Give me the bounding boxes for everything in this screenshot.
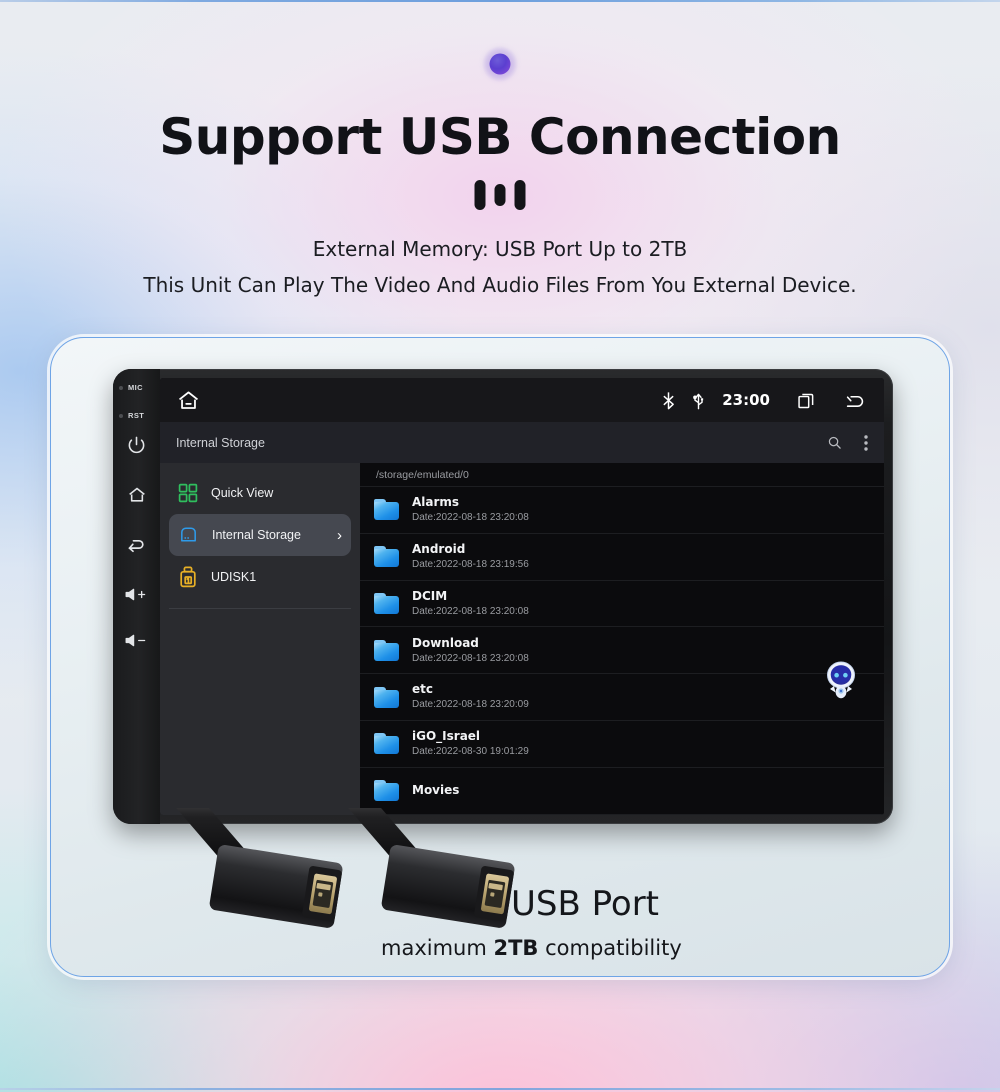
car-head-unit: MIC RST 23:00 Internal Storage Quick Vie… [113, 369, 893, 824]
table-row[interactable]: Alarms Date:2022-08-18 23:20:08 [360, 487, 884, 534]
file-date: Date:2022-08-18 23:19:56 [412, 558, 529, 570]
device-side-buttons: MIC RST [113, 369, 160, 824]
app-body: Quick View Internal Storage › UDISK1 /st… [160, 463, 884, 815]
bottom-edge-line [0, 1088, 1000, 1090]
table-row[interactable]: iGO_Israel Date:2022-08-30 19:01:29 [360, 721, 884, 768]
bar-2 [494, 184, 506, 206]
page-title: Support USB Connection [159, 108, 841, 166]
file-name: Android [412, 541, 466, 556]
file-name: DCIM [412, 588, 448, 603]
toolbar-actions [827, 434, 868, 451]
device-showcase-card: MIC RST 23:00 Internal Storage Quick Vie… [50, 337, 950, 977]
top-edge-line [0, 0, 1000, 2]
usb-sub-strong: 2TB [493, 936, 539, 960]
folder-icon [374, 546, 399, 568]
folder-icon [374, 639, 399, 661]
power-button[interactable] [127, 435, 146, 454]
volume-down-icon [125, 634, 146, 647]
sidebar-item-label: UDISK1 [211, 570, 257, 584]
table-row[interactable]: etc Date:2022-08-18 23:20:09 [360, 674, 884, 721]
volume-up-icon [125, 588, 146, 601]
file-date: Date:2022-08-30 19:01:29 [412, 746, 529, 758]
folder-icon [374, 686, 399, 708]
device-home-button[interactable] [127, 485, 147, 505]
app-toolbar: Internal Storage [160, 422, 884, 463]
toolbar-title: Internal Storage [176, 435, 265, 450]
usb-icon [693, 393, 704, 409]
device-screen: 23:00 Internal Storage Quick View Intern… [160, 378, 884, 815]
device-back-button[interactable] [126, 535, 147, 556]
subtitle-line-2: This Unit Can Play The Video And Audio F… [143, 273, 857, 297]
bar-3 [514, 180, 526, 210]
file-name: Alarms [412, 495, 460, 510]
current-path: /storage/emulated/0 [360, 463, 884, 487]
file-name: etc [412, 682, 433, 697]
mic-indicator: MIC [113, 383, 160, 392]
folder-icon [374, 499, 399, 521]
status-clock: 23:00 [722, 391, 770, 409]
sidebar-divider [169, 608, 351, 609]
mic-led-icon [119, 385, 123, 390]
chevron-right-icon: › [337, 526, 342, 544]
reset-label: RST [128, 411, 145, 420]
table-row[interactable]: Download Date:2022-08-18 23:20:08 [360, 627, 884, 675]
sidebar-item-label: Quick View [211, 486, 274, 500]
reset-indicator[interactable]: RST [113, 411, 160, 420]
statusbar-home-button[interactable] [176, 388, 201, 413]
more-vertical-icon[interactable] [864, 434, 868, 451]
camera-dot-icon [482, 46, 518, 82]
bluetooth-icon [663, 391, 675, 409]
robot-assistant-icon[interactable] [818, 659, 864, 703]
storage-sidebar: Quick View Internal Storage › UDISK1 [160, 463, 360, 815]
table-row[interactable]: DCIM Date:2022-08-18 23:20:08 [360, 581, 884, 628]
mic-label: MIC [128, 383, 143, 392]
file-list-panel: /storage/emulated/0 Alarms Date:2022-08-… [360, 463, 884, 815]
bar-1 [474, 180, 486, 210]
recents-icon[interactable] [796, 390, 817, 411]
usb-drive-icon [180, 566, 196, 588]
file-name: Download [412, 635, 479, 650]
file-date: Date:2022-08-18 23:20:08 [412, 652, 529, 664]
search-icon[interactable] [827, 435, 842, 450]
grid-icon [178, 483, 198, 503]
volume-up-button[interactable] [124, 586, 149, 603]
usb-sub-prefix: maximum [381, 936, 494, 960]
usb-port-title: USB Port [511, 884, 660, 924]
file-name: Movies [412, 782, 460, 797]
usb-sub-suffix: compatibility [538, 936, 682, 960]
folder-icon [374, 780, 399, 802]
folder-icon [374, 733, 399, 755]
subtitle-line-1: External Memory: USB Port Up to 2TB [312, 237, 688, 261]
storage-icon [181, 526, 196, 542]
file-date: Date:2022-08-18 23:20:09 [412, 699, 529, 711]
back-arrow-icon[interactable] [843, 390, 868, 411]
android-status-bar: 23:00 [160, 378, 884, 422]
power-icon [128, 436, 145, 454]
sidebar-item-internal-storage[interactable]: Internal Storage › [169, 514, 351, 556]
usb-port-subtitle: maximum 2TB compatibility [381, 936, 941, 960]
back-icon [128, 539, 144, 553]
sidebar-item-udisk1[interactable]: UDISK1 [169, 556, 351, 598]
sidebar-item-quick-view[interactable]: Quick View [169, 472, 351, 514]
volume-down-button[interactable] [124, 632, 149, 649]
folder-icon [374, 592, 399, 614]
file-date: Date:2022-08-18 23:20:08 [412, 605, 529, 617]
status-icons: 23:00 [662, 390, 868, 411]
file-date: Date:2022-08-18 23:20:08 [412, 512, 529, 524]
table-row[interactable]: Android Date:2022-08-18 23:19:56 [360, 534, 884, 581]
three-bars-decoration [474, 178, 526, 212]
file-name: iGO_Israel [412, 729, 481, 744]
sidebar-item-label: Internal Storage [212, 528, 301, 542]
home-minus-icon [178, 390, 199, 409]
home-icon [128, 487, 145, 502]
reset-led-icon [119, 413, 123, 418]
